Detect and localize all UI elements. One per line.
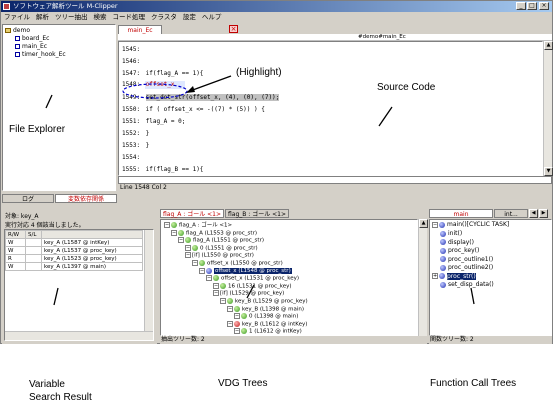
caption-function-call-trees: Function Call Trees [430, 378, 517, 389]
caption-source-code: Source Code [377, 82, 436, 93]
variable-pointer [53, 287, 59, 306]
caption-vdg-trees: VDG Trees [218, 378, 268, 389]
caption-variable-search: Variable Search Result [29, 379, 92, 403]
highlight-arrow [189, 75, 232, 92]
file-explorer-pointer [45, 94, 53, 109]
highlight-ellipse [122, 83, 188, 99]
caption-file-explorer: File Explorer [9, 124, 66, 135]
highlight-arrowhead [186, 86, 195, 93]
source-code-pointer [378, 106, 393, 127]
vdg-pointer [246, 284, 255, 299]
function-pointer [470, 287, 475, 305]
caption-highlight: (Highlight) [236, 67, 282, 78]
annotation-overlay [45, 75, 475, 306]
